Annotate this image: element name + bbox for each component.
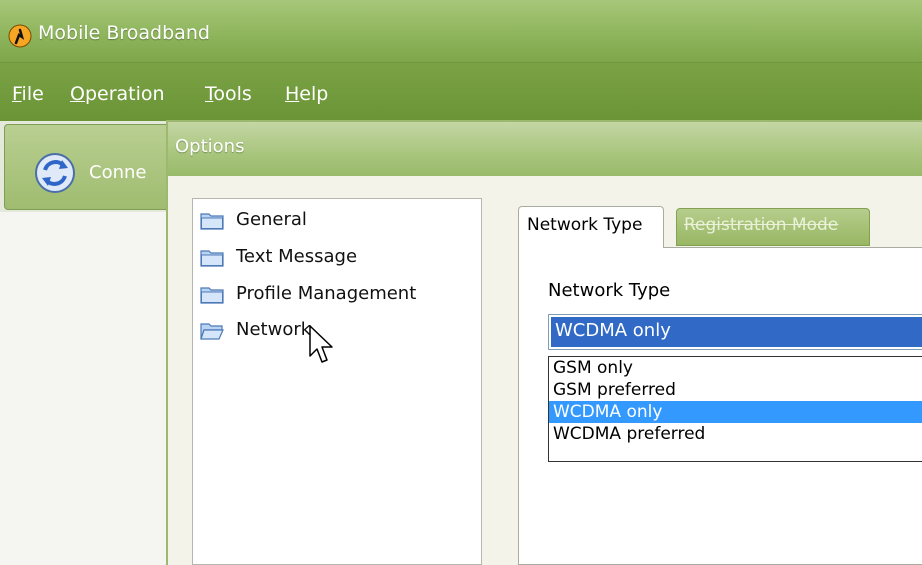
tree-item-label: Profile Management: [236, 283, 417, 304]
menu-file[interactable]: File: [12, 83, 44, 105]
tree-item-label: Network: [236, 319, 312, 340]
option-wcdma-only[interactable]: WCDMA only: [549, 401, 922, 423]
dialog-titlebar[interactable]: [168, 122, 922, 176]
network-type-label: Network Type: [548, 280, 671, 301]
option-gsm-only[interactable]: GSM only: [549, 357, 922, 379]
tree-item-label: General: [236, 209, 307, 230]
option-gsm-preferred[interactable]: GSM preferred: [549, 379, 922, 401]
menu-operation[interactable]: Operation: [70, 83, 165, 105]
folder-open-icon: [200, 323, 224, 340]
mouse-cursor-icon: [309, 325, 333, 363]
folder-icon: [200, 213, 224, 230]
tab-network-type-label: Network Type: [527, 215, 643, 235]
folder-icon: [200, 287, 224, 304]
menu-tools[interactable]: Tools: [205, 83, 252, 105]
menu-help-mnemonic: H: [285, 83, 300, 105]
app-logo-icon: [8, 24, 32, 48]
network-type-select-value: WCDMA only: [555, 320, 671, 341]
tab-registration-mode-label: Registration Mode: [684, 215, 839, 235]
menu-file-mnemonic: F: [12, 83, 22, 105]
window-title: Mobile Broadband: [38, 22, 210, 44]
tree-item-label: Text Message: [236, 246, 358, 267]
connect-label: Conne: [89, 162, 147, 183]
dialog-title: Options: [175, 136, 245, 157]
menu-tools-mnemonic: T: [205, 83, 214, 105]
menu-bar: File Operation Tools Help: [0, 63, 922, 121]
refresh-icon: [35, 153, 75, 193]
option-wcdma-preferred[interactable]: WCDMA preferred: [549, 423, 922, 445]
menu-help[interactable]: Help: [285, 83, 328, 105]
left-panel: [0, 212, 169, 565]
folder-icon: [200, 250, 224, 267]
menu-operation-mnemonic: O: [70, 83, 85, 105]
